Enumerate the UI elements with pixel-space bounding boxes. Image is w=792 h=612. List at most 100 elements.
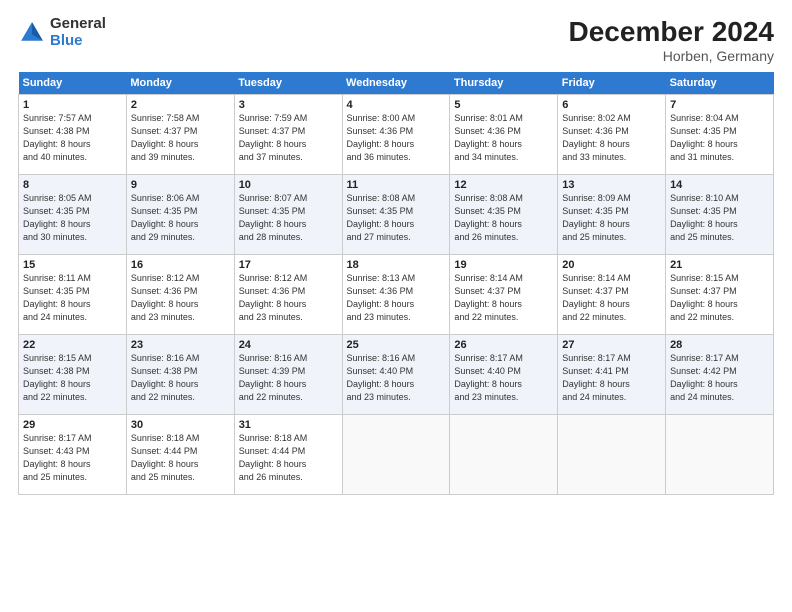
table-row: 11 Sunrise: 8:08 AMSunset: 4:35 PMDaylig…: [342, 175, 450, 255]
day-info: Sunrise: 8:01 AMSunset: 4:36 PMDaylight:…: [454, 113, 523, 162]
table-row: 9 Sunrise: 8:06 AMSunset: 4:35 PMDayligh…: [126, 175, 234, 255]
table-row: 20 Sunrise: 8:14 AMSunset: 4:37 PMDaylig…: [558, 255, 666, 335]
calendar-subtitle: Horben, Germany: [569, 48, 774, 64]
table-row: [558, 415, 666, 495]
day-info: Sunrise: 8:16 AMSunset: 4:38 PMDaylight:…: [131, 353, 200, 402]
day-info: Sunrise: 8:10 AMSunset: 4:35 PMDaylight:…: [670, 193, 739, 242]
day-number: 19: [454, 259, 553, 271]
day-info: Sunrise: 7:57 AMSunset: 4:38 PMDaylight:…: [23, 113, 92, 162]
table-row: 7 Sunrise: 8:04 AMSunset: 4:35 PMDayligh…: [666, 95, 774, 175]
calendar-week-row: 8 Sunrise: 8:05 AMSunset: 4:35 PMDayligh…: [19, 175, 774, 255]
logo-blue-text: Blue: [50, 33, 106, 50]
day-info: Sunrise: 8:14 AMSunset: 4:37 PMDaylight:…: [562, 273, 631, 322]
col-saturday: Saturday: [666, 72, 774, 95]
day-number: 22: [23, 339, 122, 351]
table-row: [450, 415, 558, 495]
day-number: 7: [670, 99, 769, 111]
day-number: 3: [239, 99, 338, 111]
day-info: Sunrise: 8:13 AMSunset: 4:36 PMDaylight:…: [347, 273, 416, 322]
day-number: 15: [23, 259, 122, 271]
table-row: 14 Sunrise: 8:10 AMSunset: 4:35 PMDaylig…: [666, 175, 774, 255]
calendar-week-row: 22 Sunrise: 8:15 AMSunset: 4:38 PMDaylig…: [19, 335, 774, 415]
table-row: 2 Sunrise: 7:58 AMSunset: 4:37 PMDayligh…: [126, 95, 234, 175]
table-row: 6 Sunrise: 8:02 AMSunset: 4:36 PMDayligh…: [558, 95, 666, 175]
table-row: 16 Sunrise: 8:12 AMSunset: 4:36 PMDaylig…: [126, 255, 234, 335]
header: General Blue December 2024 Horben, Germa…: [18, 16, 774, 64]
day-number: 18: [347, 259, 446, 271]
day-info: Sunrise: 8:06 AMSunset: 4:35 PMDaylight:…: [131, 193, 200, 242]
day-number: 5: [454, 99, 553, 111]
table-row: [666, 415, 774, 495]
title-block: December 2024 Horben, Germany: [569, 16, 774, 64]
day-number: 14: [670, 179, 769, 191]
table-row: 27 Sunrise: 8:17 AMSunset: 4:41 PMDaylig…: [558, 335, 666, 415]
logo-icon: [18, 19, 46, 47]
col-tuesday: Tuesday: [234, 72, 342, 95]
day-info: Sunrise: 7:59 AMSunset: 4:37 PMDaylight:…: [239, 113, 308, 162]
table-row: 21 Sunrise: 8:15 AMSunset: 4:37 PMDaylig…: [666, 255, 774, 335]
table-row: 25 Sunrise: 8:16 AMSunset: 4:40 PMDaylig…: [342, 335, 450, 415]
table-row: 4 Sunrise: 8:00 AMSunset: 4:36 PMDayligh…: [342, 95, 450, 175]
day-number: 9: [131, 179, 230, 191]
table-row: 15 Sunrise: 8:11 AMSunset: 4:35 PMDaylig…: [19, 255, 127, 335]
calendar-title: December 2024: [569, 16, 774, 48]
col-monday: Monday: [126, 72, 234, 95]
calendar-week-row: 29 Sunrise: 8:17 AMSunset: 4:43 PMDaylig…: [19, 415, 774, 495]
day-number: 8: [23, 179, 122, 191]
day-info: Sunrise: 8:04 AMSunset: 4:35 PMDaylight:…: [670, 113, 739, 162]
table-row: 19 Sunrise: 8:14 AMSunset: 4:37 PMDaylig…: [450, 255, 558, 335]
day-number: 17: [239, 259, 338, 271]
logo-general-text: General: [50, 16, 106, 33]
day-number: 29: [23, 419, 122, 431]
table-row: 5 Sunrise: 8:01 AMSunset: 4:36 PMDayligh…: [450, 95, 558, 175]
day-info: Sunrise: 8:16 AMSunset: 4:40 PMDaylight:…: [347, 353, 416, 402]
day-number: 12: [454, 179, 553, 191]
day-info: Sunrise: 8:14 AMSunset: 4:37 PMDaylight:…: [454, 273, 523, 322]
day-info: Sunrise: 8:02 AMSunset: 4:36 PMDaylight:…: [562, 113, 631, 162]
table-row: 17 Sunrise: 8:12 AMSunset: 4:36 PMDaylig…: [234, 255, 342, 335]
day-info: Sunrise: 8:16 AMSunset: 4:39 PMDaylight:…: [239, 353, 308, 402]
day-number: 16: [131, 259, 230, 271]
table-row: 22 Sunrise: 8:15 AMSunset: 4:38 PMDaylig…: [19, 335, 127, 415]
day-info: Sunrise: 8:18 AMSunset: 4:44 PMDaylight:…: [131, 433, 200, 482]
day-number: 24: [239, 339, 338, 351]
day-number: 23: [131, 339, 230, 351]
day-info: Sunrise: 8:15 AMSunset: 4:38 PMDaylight:…: [23, 353, 92, 402]
table-row: 28 Sunrise: 8:17 AMSunset: 4:42 PMDaylig…: [666, 335, 774, 415]
day-info: Sunrise: 8:17 AMSunset: 4:43 PMDaylight:…: [23, 433, 92, 482]
day-number: 26: [454, 339, 553, 351]
day-number: 28: [670, 339, 769, 351]
day-number: 1: [23, 99, 122, 111]
table-row: 3 Sunrise: 7:59 AMSunset: 4:37 PMDayligh…: [234, 95, 342, 175]
day-number: 20: [562, 259, 661, 271]
day-info: Sunrise: 8:07 AMSunset: 4:35 PMDaylight:…: [239, 193, 308, 242]
day-info: Sunrise: 8:12 AMSunset: 4:36 PMDaylight:…: [131, 273, 200, 322]
table-row: 10 Sunrise: 8:07 AMSunset: 4:35 PMDaylig…: [234, 175, 342, 255]
day-info: Sunrise: 8:08 AMSunset: 4:35 PMDaylight:…: [347, 193, 416, 242]
day-number: 27: [562, 339, 661, 351]
day-info: Sunrise: 8:18 AMSunset: 4:44 PMDaylight:…: [239, 433, 308, 482]
day-info: Sunrise: 8:12 AMSunset: 4:36 PMDaylight:…: [239, 273, 308, 322]
day-info: Sunrise: 7:58 AMSunset: 4:37 PMDaylight:…: [131, 113, 200, 162]
day-number: 11: [347, 179, 446, 191]
col-wednesday: Wednesday: [342, 72, 450, 95]
day-info: Sunrise: 8:08 AMSunset: 4:35 PMDaylight:…: [454, 193, 523, 242]
table-row: 23 Sunrise: 8:16 AMSunset: 4:38 PMDaylig…: [126, 335, 234, 415]
table-row: [342, 415, 450, 495]
day-info: Sunrise: 8:15 AMSunset: 4:37 PMDaylight:…: [670, 273, 739, 322]
table-row: 13 Sunrise: 8:09 AMSunset: 4:35 PMDaylig…: [558, 175, 666, 255]
day-info: Sunrise: 8:00 AMSunset: 4:36 PMDaylight:…: [347, 113, 416, 162]
day-info: Sunrise: 8:17 AMSunset: 4:41 PMDaylight:…: [562, 353, 631, 402]
table-row: 30 Sunrise: 8:18 AMSunset: 4:44 PMDaylig…: [126, 415, 234, 495]
table-row: 18 Sunrise: 8:13 AMSunset: 4:36 PMDaylig…: [342, 255, 450, 335]
col-friday: Friday: [558, 72, 666, 95]
day-number: 10: [239, 179, 338, 191]
table-row: 12 Sunrise: 8:08 AMSunset: 4:35 PMDaylig…: [450, 175, 558, 255]
day-number: 31: [239, 419, 338, 431]
calendar-header-row: Sunday Monday Tuesday Wednesday Thursday…: [19, 72, 774, 95]
day-info: Sunrise: 8:09 AMSunset: 4:35 PMDaylight:…: [562, 193, 631, 242]
day-number: 13: [562, 179, 661, 191]
day-number: 25: [347, 339, 446, 351]
table-row: 1 Sunrise: 7:57 AMSunset: 4:38 PMDayligh…: [19, 95, 127, 175]
day-number: 6: [562, 99, 661, 111]
